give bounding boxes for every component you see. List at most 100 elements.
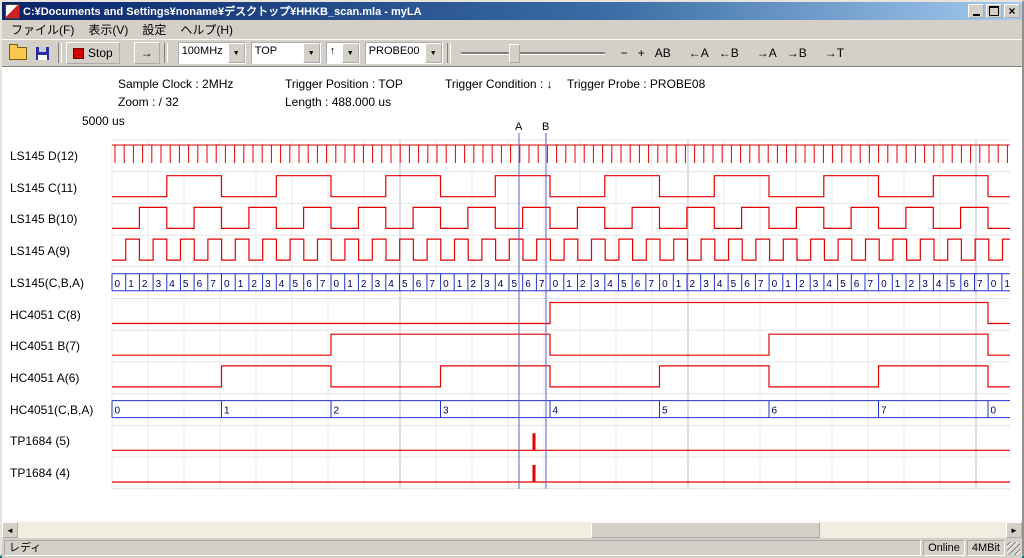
- trigger-position-dropdown-icon[interactable]: ▼: [303, 43, 320, 63]
- menu-settings[interactable]: 設定: [135, 20, 173, 39]
- svg-text:2: 2: [909, 279, 915, 290]
- svg-text:2: 2: [334, 406, 340, 417]
- svg-text:5: 5: [662, 406, 668, 417]
- waveform-plot: 0123456701234567012345670123456701234567…: [2, 67, 1022, 522]
- scrollbar-thumb[interactable]: [591, 522, 820, 538]
- ab-range-button[interactable]: AB: [651, 42, 675, 64]
- svg-text:0: 0: [553, 279, 559, 290]
- wave-channel-1: [112, 176, 1010, 197]
- save-icon: [36, 47, 49, 60]
- svg-text:6: 6: [306, 279, 312, 290]
- svg-text:7: 7: [977, 279, 983, 290]
- svg-text:0: 0: [115, 279, 121, 290]
- menu-file[interactable]: ファイル(F): [4, 20, 81, 39]
- svg-text:2: 2: [361, 279, 367, 290]
- svg-text:4: 4: [936, 279, 942, 290]
- svg-text:1: 1: [676, 279, 682, 290]
- svg-text:1: 1: [238, 279, 244, 290]
- svg-text:6: 6: [963, 279, 969, 290]
- svg-text:5: 5: [950, 279, 956, 290]
- svg-text:3: 3: [703, 279, 709, 290]
- wave-channel-5: [112, 303, 1010, 324]
- open-folder-icon: [9, 47, 27, 60]
- zoom-slider[interactable]: [459, 42, 607, 64]
- scrollbar-track[interactable]: [18, 522, 1006, 538]
- wave-channel-8: 012345670: [112, 401, 1010, 418]
- titlebar: C:¥Documents and Settings¥noname¥デスクトップ¥…: [2, 2, 1022, 20]
- svg-text:7: 7: [868, 279, 874, 290]
- wave-channel-10: [112, 465, 1010, 482]
- svg-text:5: 5: [293, 279, 299, 290]
- toolbar-separator: [164, 43, 168, 63]
- zoom-out-button[interactable]: −: [617, 42, 632, 64]
- svg-text:4: 4: [553, 406, 559, 417]
- svg-text:0: 0: [881, 279, 887, 290]
- scroll-left-button[interactable]: ◄: [2, 522, 18, 538]
- move-b-left-button[interactable]: ←B: [715, 42, 743, 64]
- trigger-probe-dropdown-icon[interactable]: ▼: [425, 43, 442, 63]
- maximize-icon: [989, 6, 999, 16]
- svg-text:5: 5: [512, 279, 518, 290]
- save-button[interactable]: [30, 42, 54, 64]
- svg-text:4: 4: [717, 279, 723, 290]
- svg-text:0: 0: [991, 279, 997, 290]
- resize-grip[interactable]: [1007, 542, 1020, 555]
- svg-text:5: 5: [402, 279, 408, 290]
- minimize-button[interactable]: [968, 4, 984, 18]
- stop-label: Stop: [88, 46, 113, 60]
- toolbar-separator: [447, 43, 451, 63]
- trigger-edge-select[interactable]: ↑ ▼: [326, 42, 360, 64]
- svg-text:1: 1: [895, 279, 901, 290]
- zoom-in-button[interactable]: +: [634, 42, 649, 64]
- svg-text:0: 0: [115, 406, 121, 417]
- svg-text:5: 5: [621, 279, 627, 290]
- maximize-button[interactable]: [986, 4, 1002, 18]
- zoom-slider-thumb[interactable]: [509, 44, 520, 63]
- svg-text:6: 6: [744, 279, 750, 290]
- svg-text:6: 6: [525, 279, 531, 290]
- scroll-right-button[interactable]: ►: [1006, 522, 1022, 538]
- trigger-probe-select[interactable]: PROBE00 ▼: [365, 42, 443, 64]
- horizontal-scrollbar[interactable]: ◄ ►: [2, 522, 1022, 538]
- move-b-right-button[interactable]: →B: [783, 42, 811, 64]
- trigger-probe-value: PROBE00: [366, 43, 423, 63]
- menu-view[interactable]: 表示(V): [81, 20, 135, 39]
- svg-text:7: 7: [539, 279, 545, 290]
- svg-text:7: 7: [320, 279, 326, 290]
- menu-help[interactable]: ヘルプ(H): [173, 20, 240, 39]
- zoom-slider-track: [461, 52, 605, 55]
- run-button[interactable]: →: [134, 42, 160, 64]
- clock-select[interactable]: 100MHz ▼: [178, 42, 246, 64]
- clock-dropdown-icon[interactable]: ▼: [228, 43, 245, 63]
- trigger-position-select[interactable]: TOP ▼: [251, 42, 321, 64]
- svg-text:1: 1: [1004, 279, 1010, 290]
- open-button[interactable]: [6, 42, 30, 64]
- svg-text:3: 3: [484, 279, 490, 290]
- svg-text:1: 1: [224, 406, 230, 417]
- wave-channel-0: [112, 145, 1010, 163]
- close-icon: ×: [1008, 6, 1015, 16]
- svg-text:2: 2: [251, 279, 257, 290]
- close-button[interactable]: ×: [1004, 4, 1020, 18]
- move-a-left-button[interactable]: ←A: [685, 42, 713, 64]
- wave-channel-4: 0123456701234567012345670123456701234567…: [112, 274, 1010, 291]
- app-icon: [5, 4, 20, 19]
- svg-text:6: 6: [416, 279, 422, 290]
- svg-text:7: 7: [210, 279, 216, 290]
- svg-text:4: 4: [607, 279, 613, 290]
- svg-text:B: B: [542, 121, 549, 133]
- svg-text:7: 7: [429, 279, 435, 290]
- move-a-right-button[interactable]: →A: [753, 42, 781, 64]
- stop-button[interactable]: Stop: [66, 42, 120, 64]
- goto-trigger-button[interactable]: →T: [821, 42, 848, 64]
- svg-text:2: 2: [470, 279, 476, 290]
- app-window: C:¥Documents and Settings¥noname¥デスクトップ¥…: [0, 0, 1024, 556]
- minimize-icon: [973, 14, 980, 16]
- wave-channel-7: [112, 366, 1010, 387]
- trigger-edge-dropdown-icon[interactable]: ▼: [342, 43, 359, 63]
- status-ready: レディ: [4, 540, 921, 556]
- svg-text:A: A: [515, 121, 523, 133]
- svg-text:1: 1: [457, 279, 463, 290]
- wave-channel-6: [112, 334, 1010, 355]
- svg-text:6: 6: [635, 279, 641, 290]
